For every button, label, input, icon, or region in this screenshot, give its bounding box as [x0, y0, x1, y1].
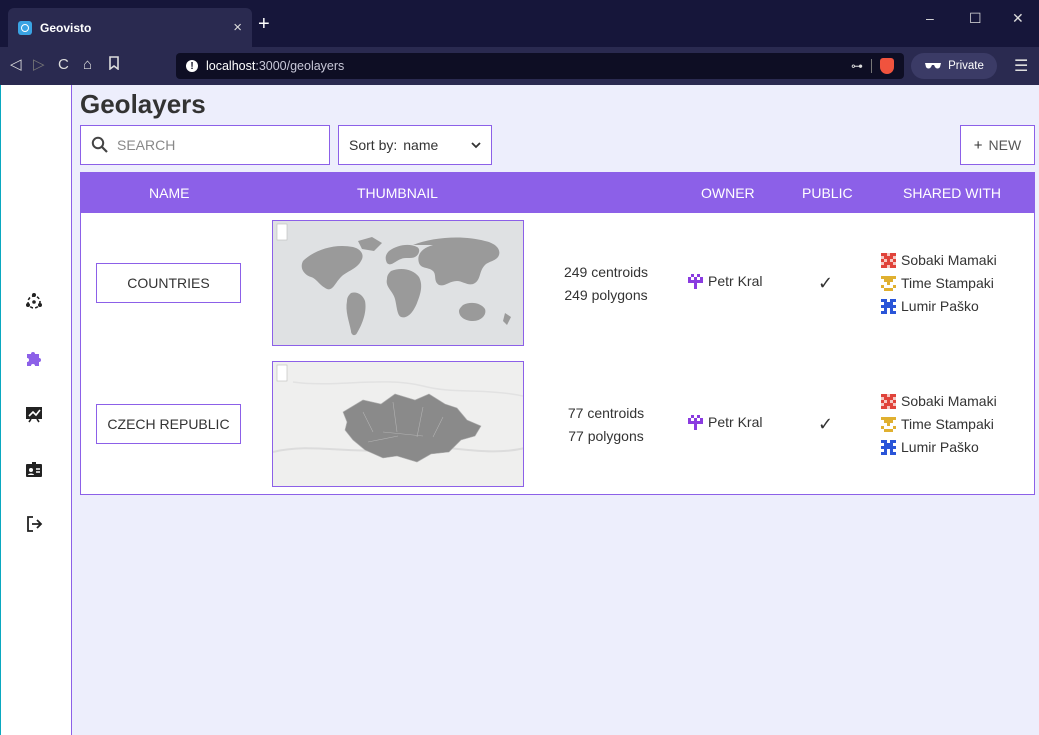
sort-value: name — [403, 137, 439, 153]
search-icon — [91, 136, 108, 153]
search-input[interactable] — [117, 137, 317, 153]
plus-icon: + — [973, 136, 983, 154]
owner-name: Petr Kral — [708, 414, 763, 430]
owner-avatar-icon — [688, 273, 703, 289]
private-glasses-icon — [925, 63, 942, 69]
logout-icon[interactable] — [23, 513, 45, 535]
shared-user-name: Lumir Paško — [901, 298, 979, 314]
search-box[interactable] — [80, 125, 330, 165]
shared-user: Time Stampaki — [881, 272, 997, 295]
network-icon[interactable] — [23, 291, 45, 313]
avatar-blue-icon — [881, 440, 896, 455]
centroids-count: 77 centroids — [567, 405, 645, 421]
table-row[interactable]: COUNTRIES 249 centroids 249 polygons Pet… — [81, 213, 1034, 346]
browser-titlebar: Geovisto × + – ☐ ✕ — [0, 0, 1039, 47]
owner-name: Petr Kral — [708, 273, 763, 289]
shared-user-name: Time Stampaki — [901, 416, 994, 432]
avatar-blue-icon — [881, 299, 896, 314]
new-label: NEW — [988, 137, 1022, 153]
sort-select[interactable]: Sort by: name — [338, 125, 492, 165]
polygons-count: 77 polygons — [568, 428, 644, 444]
public-check-icon: ✓ — [818, 273, 834, 293]
geovisto-favicon-icon — [18, 20, 32, 35]
new-geolayer-button[interactable]: + NEW — [960, 125, 1035, 165]
chart-icon[interactable] — [23, 403, 45, 425]
bookmark-icon[interactable] — [108, 56, 120, 75]
shared-user: Lumir Paško — [881, 295, 997, 318]
owner: Petr Kral — [688, 414, 762, 430]
shared-user-name: Sobaki Mamaki — [901, 252, 997, 268]
new-tab-button[interactable]: + — [258, 14, 270, 34]
geolayers-table: NAME THUMBNAIL OWNER PUBLIC SHARED WITH … — [80, 172, 1035, 495]
shared-user-name: Time Stampaki — [901, 275, 994, 291]
page-title: Geolayers — [80, 89, 206, 119]
header-thumbnail: THUMBNAIL — [357, 185, 438, 201]
public-check-icon: ✓ — [818, 414, 834, 434]
shared-with-list: Sobaki Mamaki Time Stampaki Lumir Paško — [881, 249, 997, 318]
avatar-yellow-icon — [881, 276, 896, 291]
geolayer-thumbnail[interactable] — [272, 220, 524, 346]
geolayer-name-button[interactable]: CZECH REPUBLIC — [96, 404, 241, 444]
browser-tab[interactable]: Geovisto × — [8, 8, 252, 47]
geolayer-stats: 249 centroids 249 polygons — [546, 261, 666, 307]
tab-close-icon[interactable]: × — [233, 19, 242, 36]
page: Geolayers Sort by: name + NEW NAME THUMB… — [0, 85, 1039, 735]
key-icon[interactable]: ⊶ — [851, 59, 863, 73]
geolayer-thumbnail[interactable] — [272, 361, 524, 487]
browser-toolbar: ◁ ▷ C ⌂ ! localhost :3000/geolayers ⊶ — [0, 47, 1039, 85]
sidebar — [0, 85, 72, 735]
site-info-icon[interactable]: ! — [186, 60, 198, 72]
geolayer-stats: 77 centroids 77 polygons — [546, 402, 666, 448]
url-host: localhost — [206, 59, 256, 73]
header-name[interactable]: NAME — [149, 185, 189, 201]
chevron-down-icon — [471, 141, 481, 148]
shared-user: Lumir Paško — [881, 436, 997, 459]
browser-menu-icon[interactable]: ☰ — [1014, 56, 1028, 76]
czech-map-thumbnail — [273, 362, 523, 486]
header-owner[interactable]: OWNER — [701, 185, 755, 201]
avatar-yellow-icon — [881, 417, 896, 432]
header-shared-with: SHARED WITH — [903, 185, 1001, 201]
home-icon[interactable]: ⌂ — [83, 56, 92, 74]
shared-user: Sobaki Mamaki — [881, 249, 997, 272]
avatar-red-icon — [881, 394, 896, 409]
address-bar[interactable]: ! localhost :3000/geolayers ⊶ — [176, 53, 904, 79]
world-map-thumbnail — [273, 221, 523, 345]
shared-user: Time Stampaki — [881, 413, 997, 436]
avatar-red-icon — [881, 253, 896, 268]
close-window-icon[interactable]: ✕ — [1012, 10, 1024, 27]
shared-user-name: Sobaki Mamaki — [901, 393, 997, 409]
tab-title: Geovisto — [40, 20, 92, 35]
table-header: NAME THUMBNAIL OWNER PUBLIC SHARED WITH — [81, 173, 1034, 213]
brave-shield-icon[interactable] — [880, 58, 894, 74]
forward-icon[interactable]: ▷ — [33, 56, 45, 74]
private-window-badge[interactable]: Private — [911, 53, 997, 79]
reload-icon[interactable]: C — [58, 56, 69, 74]
private-label: Private — [948, 60, 984, 72]
shared-user: Sobaki Mamaki — [881, 390, 997, 413]
owner-avatar-icon — [688, 414, 703, 430]
sort-label: Sort by: — [349, 137, 398, 153]
id-card-icon[interactable] — [23, 459, 45, 481]
header-public[interactable]: PUBLIC — [802, 185, 853, 201]
owner: Petr Kral — [688, 273, 762, 289]
url-path: :3000/geolayers — [255, 59, 345, 73]
centroids-count: 249 centroids — [563, 264, 649, 280]
shared-user-name: Lumir Paško — [901, 439, 979, 455]
geolayer-name-button[interactable]: COUNTRIES — [96, 263, 241, 303]
polygons-count: 249 polygons — [564, 287, 648, 303]
maximize-icon[interactable]: ☐ — [969, 10, 982, 27]
table-row[interactable]: CZECH REPUBLIC 77 centroids 77 polygons … — [81, 354, 1034, 487]
back-icon[interactable]: ◁ — [10, 56, 22, 74]
puzzle-icon[interactable] — [23, 347, 45, 369]
minimize-icon[interactable]: – — [926, 10, 934, 26]
shared-with-list: Sobaki Mamaki Time Stampaki Lumir Paško — [881, 390, 997, 459]
